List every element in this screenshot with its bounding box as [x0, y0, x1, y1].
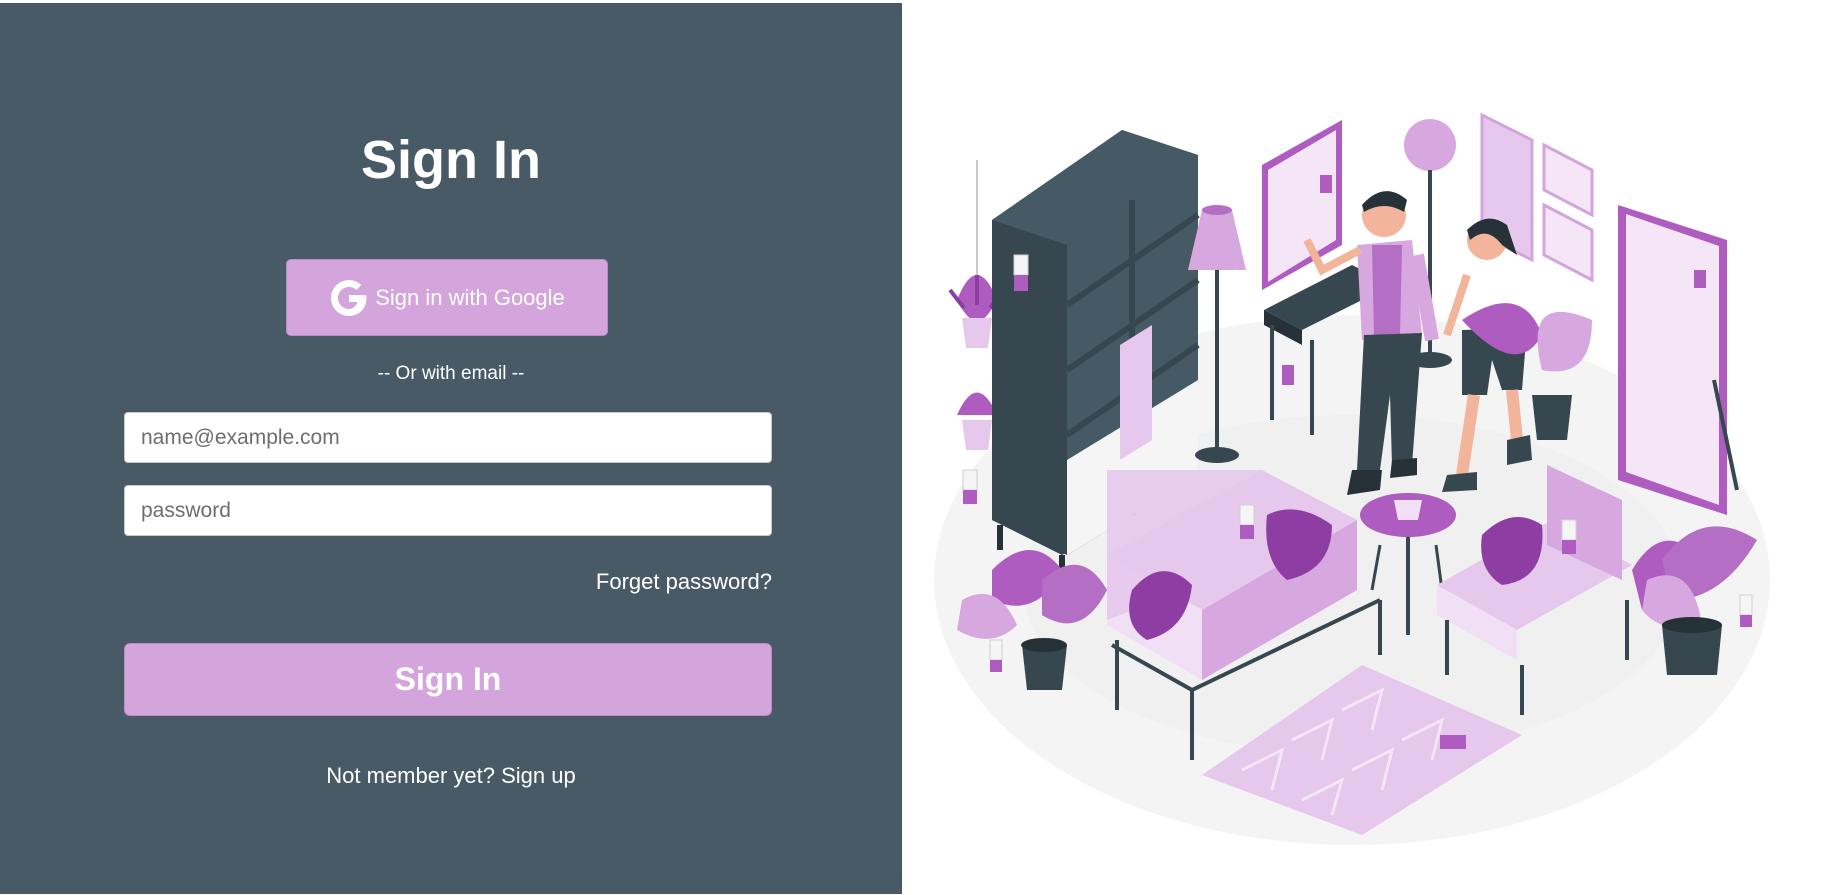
signin-submit-button[interactable]: Sign In [124, 643, 772, 716]
page-title: Sign In [361, 130, 541, 190]
signup-prompt: Not member yet? Sign up [0, 763, 902, 789]
google-icon [329, 278, 369, 318]
forget-password-link[interactable]: Forget password? [596, 569, 772, 595]
illustration-panel [902, 0, 1834, 895]
signin-panel: Sign In Sign in with Google -- Or with e… [0, 3, 902, 894]
signup-prompt-text: Not member yet? [326, 763, 502, 788]
google-signin-label: Sign in with Google [375, 284, 565, 310]
divider-text: -- Or with email -- [377, 363, 525, 384]
signin-page: Sign In Sign in with Google -- Or with e… [0, 0, 1834, 895]
furniture-store-illustration [934, 112, 1770, 845]
google-signin-button[interactable]: Sign in with Google [286, 259, 608, 336]
password-input[interactable] [124, 485, 772, 536]
signup-link[interactable]: Sign up [501, 763, 576, 788]
standing-mirror [1618, 205, 1739, 515]
email-input[interactable] [124, 412, 772, 463]
